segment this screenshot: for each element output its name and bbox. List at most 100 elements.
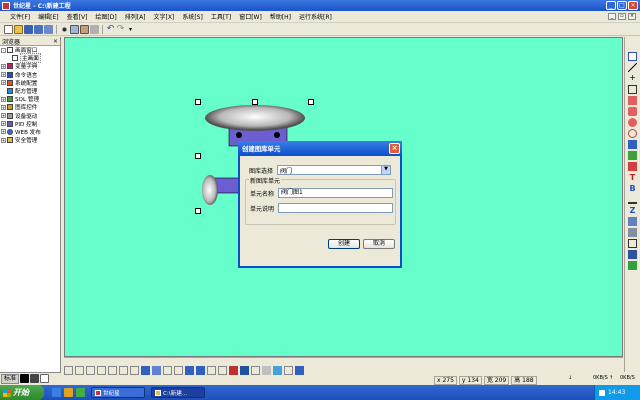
underline-icon[interactable] [628, 195, 637, 204]
tab-standard[interactable]: 标准 [1, 373, 20, 384]
save-icon[interactable] [24, 24, 33, 34]
new-icon[interactable] [4, 24, 13, 34]
align-top-icon[interactable] [97, 365, 106, 375]
close-icon[interactable]: × [53, 38, 58, 45]
tree-item-web[interactable]: + WEB 发布 [0, 128, 60, 136]
layer-down-icon[interactable] [240, 365, 249, 375]
expand-icon[interactable]: + [1, 80, 6, 86]
create-button[interactable]: 创建 [328, 239, 360, 249]
ellipse-icon[interactable] [628, 118, 637, 127]
group-objects-icon[interactable] [185, 365, 194, 375]
image-icon[interactable] [628, 140, 637, 149]
expand-icon[interactable]: + [1, 96, 6, 102]
front-icon[interactable] [141, 365, 150, 375]
unit-name-field[interactable]: 阀门图1 [278, 188, 393, 198]
ungroup-objects-icon[interactable] [196, 365, 205, 375]
menu-system[interactable]: 系统[S] [178, 12, 207, 21]
resize-handle-sw[interactable] [195, 208, 201, 214]
print-icon[interactable] [44, 24, 53, 34]
menu-view[interactable]: 查看[V] [63, 12, 92, 21]
align-center-icon[interactable] [75, 365, 84, 375]
expand-icon[interactable]: + [1, 121, 6, 127]
tree-item-config[interactable]: + 系统配置 [0, 79, 60, 87]
media-icon[interactable] [76, 388, 85, 397]
library-select[interactable]: 阀门 ▼ [277, 165, 391, 175]
horizontal-scrollbar[interactable] [64, 357, 623, 363]
menu-file[interactable]: 文件[F] [6, 12, 34, 21]
collapse-icon[interactable]: - [1, 47, 6, 53]
expand-icon[interactable]: + [1, 113, 6, 119]
menu-arrange[interactable]: 排列[A] [121, 12, 150, 21]
tree-item-library[interactable]: + 图库控件 [0, 103, 60, 111]
bold-icon[interactable]: B [628, 184, 637, 193]
start-button[interactable]: 开始 [0, 385, 44, 400]
tree-item-main-screen[interactable]: 主画面 [0, 53, 60, 64]
align-left-icon[interactable] [64, 365, 73, 375]
copy-icon[interactable] [70, 24, 79, 34]
group-icon[interactable] [628, 217, 637, 226]
layer-up-icon[interactable] [229, 365, 238, 375]
tab-icon-3[interactable] [40, 374, 50, 383]
mdi-close-button[interactable]: × [628, 13, 636, 20]
expand-icon[interactable]: + [1, 104, 6, 110]
align-bottom-icon[interactable] [119, 365, 128, 375]
resize-handle-w[interactable] [195, 153, 201, 159]
tree-item-variables[interactable]: + 变量字典 [0, 62, 60, 70]
text-icon[interactable]: T [628, 173, 637, 182]
speaker-icon[interactable] [599, 389, 605, 396]
resize-handle-ne[interactable] [308, 99, 314, 105]
ungroup-icon[interactable] [628, 228, 637, 237]
distribute-icon[interactable] [130, 365, 139, 375]
resize-handle-n[interactable] [252, 99, 258, 105]
align-right-icon[interactable] [86, 365, 95, 375]
grid-icon[interactable] [628, 239, 637, 248]
palette-icon[interactable] [628, 261, 637, 270]
delete-icon[interactable] [90, 24, 99, 34]
tree-item-sql[interactable]: + SQL 管理 [0, 95, 60, 103]
circle-icon[interactable] [628, 129, 637, 138]
tab-icon-2[interactable] [30, 374, 40, 383]
folder-icon[interactable] [64, 388, 73, 397]
cancel-button[interactable]: 取消 [363, 239, 395, 249]
dialog-close-button[interactable]: × [389, 143, 400, 154]
chevron-down-icon[interactable]: ▾ [126, 25, 135, 34]
menu-text[interactable]: 文字[X] [150, 12, 179, 21]
taskbar-item-app[interactable]: 世纪星 [91, 387, 145, 398]
pointer-icon[interactable] [628, 52, 637, 61]
cut-icon[interactable] [60, 24, 69, 34]
tree-item-drivers[interactable]: + 设备驱动 [0, 112, 60, 120]
resize-handle-nw[interactable] [195, 99, 201, 105]
menu-edit[interactable]: 编辑[E] [34, 12, 62, 21]
open-icon[interactable] [14, 24, 23, 34]
screen-icon[interactable] [295, 365, 304, 375]
lock-icon[interactable] [262, 365, 271, 375]
taskbar-item-folder[interactable]: C:\新建... [151, 387, 205, 398]
same-width-icon[interactable] [207, 365, 216, 375]
tree-item-pid[interactable]: + PID 控制 [0, 120, 60, 128]
rotate-icon[interactable] [174, 365, 183, 375]
zoom-icon[interactable]: Z [628, 206, 637, 215]
mdi-minimize-button[interactable]: _ [608, 13, 616, 20]
maximize-button[interactable]: □ [617, 1, 627, 10]
layer-icon[interactable] [628, 250, 637, 259]
menu-runtime[interactable]: 运行系统[R] [295, 12, 336, 21]
line-icon[interactable] [628, 63, 637, 72]
align-middle-icon[interactable] [108, 365, 117, 375]
menu-tools[interactable]: 工具[T] [207, 12, 235, 21]
rounded-rect-icon[interactable] [628, 107, 637, 116]
rectangle-icon[interactable] [628, 96, 637, 105]
tree-item-recipes[interactable]: 配方管理 [0, 87, 60, 95]
paint-icon[interactable] [273, 365, 282, 375]
back-icon[interactable] [152, 365, 161, 375]
tree-item-security[interactable]: + 安全管理 [0, 136, 60, 144]
menu-window[interactable]: 窗口[W] [235, 12, 266, 21]
expand-icon[interactable]: + [1, 72, 6, 78]
save-all-icon[interactable] [34, 24, 43, 34]
same-height-icon[interactable] [218, 365, 227, 375]
unit-description-field[interactable] [278, 203, 393, 213]
paste-icon[interactable] [80, 24, 89, 34]
browser-icon[interactable] [52, 388, 61, 397]
cross-icon[interactable]: + [628, 74, 637, 83]
undo-icon[interactable]: ↶ [106, 24, 115, 34]
redo-icon[interactable]: ↷ [116, 24, 125, 34]
